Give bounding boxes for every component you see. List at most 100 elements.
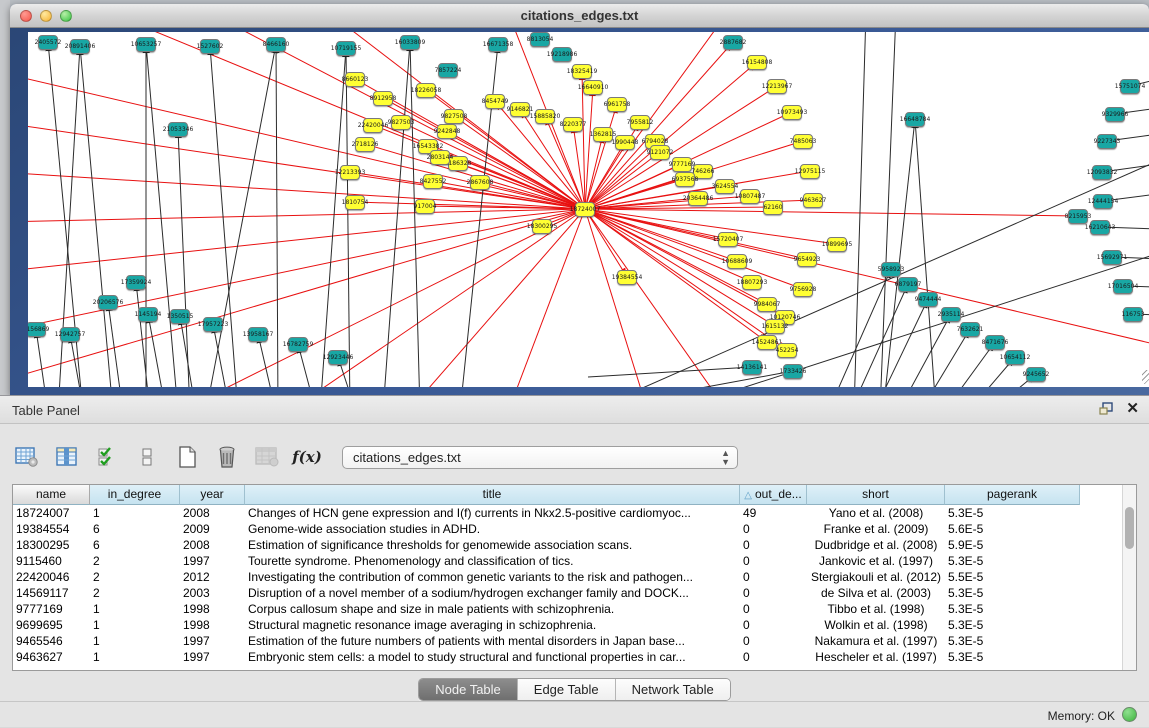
network-node[interactable]: 7955812	[630, 115, 650, 130]
network-node[interactable]: 12213393	[340, 165, 360, 180]
network-node[interactable]: 10807487	[740, 189, 760, 204]
network-node[interactable]: 1733426	[783, 364, 803, 379]
network-node[interactable]: 16033809	[400, 35, 420, 50]
network-node[interactable]: 16640910	[583, 80, 603, 95]
network-node[interactable]: 15720407	[718, 232, 738, 247]
network-node[interactable]: 8660123	[345, 72, 365, 87]
network-node[interactable]: 9242848	[437, 124, 457, 139]
network-node[interactable]: 2405572	[38, 35, 58, 50]
network-node[interactable]: 9463627	[803, 193, 823, 208]
network-node[interactable]: 9121072	[650, 145, 670, 160]
network-node[interactable]: 8466160	[266, 37, 286, 52]
network-node[interactable]: 8471676	[985, 335, 1005, 350]
network-node[interactable]: 9827503	[391, 115, 411, 130]
network-node[interactable]: 16154808	[747, 55, 767, 70]
network-node[interactable]: 9245652	[1026, 367, 1046, 382]
network-node[interactable]: 1527602	[200, 39, 220, 54]
network-node[interactable]: 15692971	[1102, 250, 1122, 265]
network-node[interactable]: 22420046	[363, 118, 383, 133]
select-rows-icon[interactable]	[94, 444, 120, 470]
network-canvas[interactable]: 2405572 20891406 10653257 1527602 8466160 107…	[28, 32, 1149, 387]
network-node[interactable]: 6937568	[675, 172, 695, 187]
network-node[interactable]: 6961758	[607, 97, 627, 112]
network-node[interactable]: 9777169	[672, 157, 692, 172]
network-node[interactable]: 7632621	[960, 322, 980, 337]
table-row[interactable]: 969969511998Structural magnetic resonanc…	[13, 617, 1123, 633]
network-node[interactable]: 1362815	[593, 127, 613, 142]
network-node[interactable]: 7485063	[793, 134, 813, 149]
network-node[interactable]: 12093832	[1092, 165, 1112, 180]
network-node[interactable]: 10688609	[727, 254, 747, 269]
table-row[interactable]: 946554611997Estimation of the future num…	[13, 633, 1123, 649]
network-node[interactable]: 3624554	[715, 179, 735, 194]
column-header-short[interactable]: short	[807, 485, 945, 505]
network-node[interactable]: 16671358	[488, 37, 508, 52]
network-node[interactable]: 15885820	[535, 109, 555, 124]
network-node[interactable]: 18807293	[742, 275, 762, 290]
network-node[interactable]: 10653257	[136, 37, 156, 52]
network-node[interactable]: 9984067	[757, 297, 777, 312]
network-node[interactable]: 917004	[415, 199, 435, 214]
network-node[interactable]: 2935114	[941, 307, 961, 322]
column-header-year[interactable]: year	[180, 485, 245, 505]
table-row[interactable]: 2242004622012Investigating the contribut…	[13, 569, 1123, 585]
network-node[interactable]: 1156869	[28, 322, 46, 337]
network-node[interactable]: 62160	[763, 200, 783, 215]
network-node[interactable]: 14524861	[757, 335, 777, 350]
network-node[interactable]: 2718126	[355, 137, 375, 152]
network-node[interactable]: 10654112	[1005, 350, 1025, 365]
network-node[interactable]: 5958923	[881, 262, 901, 277]
network-node[interactable]: 12923446	[328, 350, 348, 365]
table-row[interactable]: 1456911722003Disruption of a novel membe…	[13, 585, 1123, 601]
network-node[interactable]: 13958167	[248, 327, 268, 342]
network-node[interactable]: 10719155	[336, 41, 356, 56]
network-node[interactable]: 10899695	[827, 237, 847, 252]
network-node[interactable]: 9654923	[797, 252, 817, 267]
node-table[interactable]: namein_degreeyeartitle△out_de...shortpag…	[12, 484, 1137, 671]
network-node[interactable]: 9756928	[793, 282, 813, 297]
table-selector-dropdown[interactable]: citations_edges.txt ▲▼	[342, 446, 738, 469]
network-node[interactable]: 116753	[1123, 307, 1143, 322]
network-node[interactable]: 15751074	[1120, 79, 1140, 94]
network-node[interactable]: 9474444	[918, 292, 938, 307]
network-node[interactable]: 21053346	[168, 122, 188, 137]
network-node[interactable]: 9146821	[510, 102, 530, 117]
scrollbar-thumb[interactable]	[1125, 507, 1134, 549]
select-column-icon[interactable]	[54, 444, 80, 470]
network-node[interactable]: 17957223	[203, 317, 223, 332]
row-height-icon[interactable]	[134, 444, 160, 470]
network-node[interactable]: 16648784	[905, 112, 925, 127]
network-node[interactable]: 12975115	[800, 164, 820, 179]
network-node[interactable]: 19218986	[552, 47, 572, 62]
network-node[interactable]: 17016504	[1113, 279, 1133, 294]
network-node[interactable]: 9227343	[1097, 134, 1117, 149]
network-node[interactable]: 16210643	[1090, 220, 1110, 235]
network-node[interactable]: 8427552	[423, 174, 443, 189]
network-node[interactable]: 8454749	[485, 94, 505, 109]
network-node[interactable]: 8215953	[1068, 209, 1088, 224]
column-header-in_degree[interactable]: in_degree	[90, 485, 180, 505]
column-header-pagerank[interactable]: pagerank	[945, 485, 1080, 505]
network-node[interactable]: 20364486	[688, 191, 708, 206]
network-node[interactable]: 18724007	[575, 202, 595, 217]
close-icon[interactable]: ✕	[1126, 401, 1139, 417]
network-node[interactable]: 2867608	[470, 175, 490, 190]
new-document-icon[interactable]	[174, 444, 200, 470]
network-node[interactable]: 12213967	[767, 79, 787, 94]
network-node[interactable]: 19384554	[617, 270, 637, 285]
delete-trash-icon[interactable]	[214, 444, 240, 470]
network-node[interactable]: 16782759	[288, 337, 308, 352]
table-row[interactable]: 911546021997Tourette syndrome. Phenomeno…	[13, 553, 1123, 569]
network-node[interactable]: 1350515	[170, 309, 190, 324]
network-node[interactable]: 6879197	[898, 277, 918, 292]
network-node[interactable]: 1615132	[765, 319, 785, 334]
network-node[interactable]: 20891406	[70, 39, 90, 54]
network-node[interactable]: 2803144	[430, 150, 450, 165]
column-header-out_degree[interactable]: △out_de...	[740, 485, 807, 505]
network-node[interactable]: 12444154	[1093, 194, 1113, 209]
network-node[interactable]: 1145194	[138, 307, 158, 322]
window-titlebar[interactable]: citations_edges.txt	[10, 4, 1149, 28]
table-row[interactable]: 946362711997Embryonic stem cells: a mode…	[13, 649, 1123, 665]
network-node[interactable]: 18325419	[572, 64, 592, 79]
network-node[interactable]: 10973493	[782, 105, 802, 120]
